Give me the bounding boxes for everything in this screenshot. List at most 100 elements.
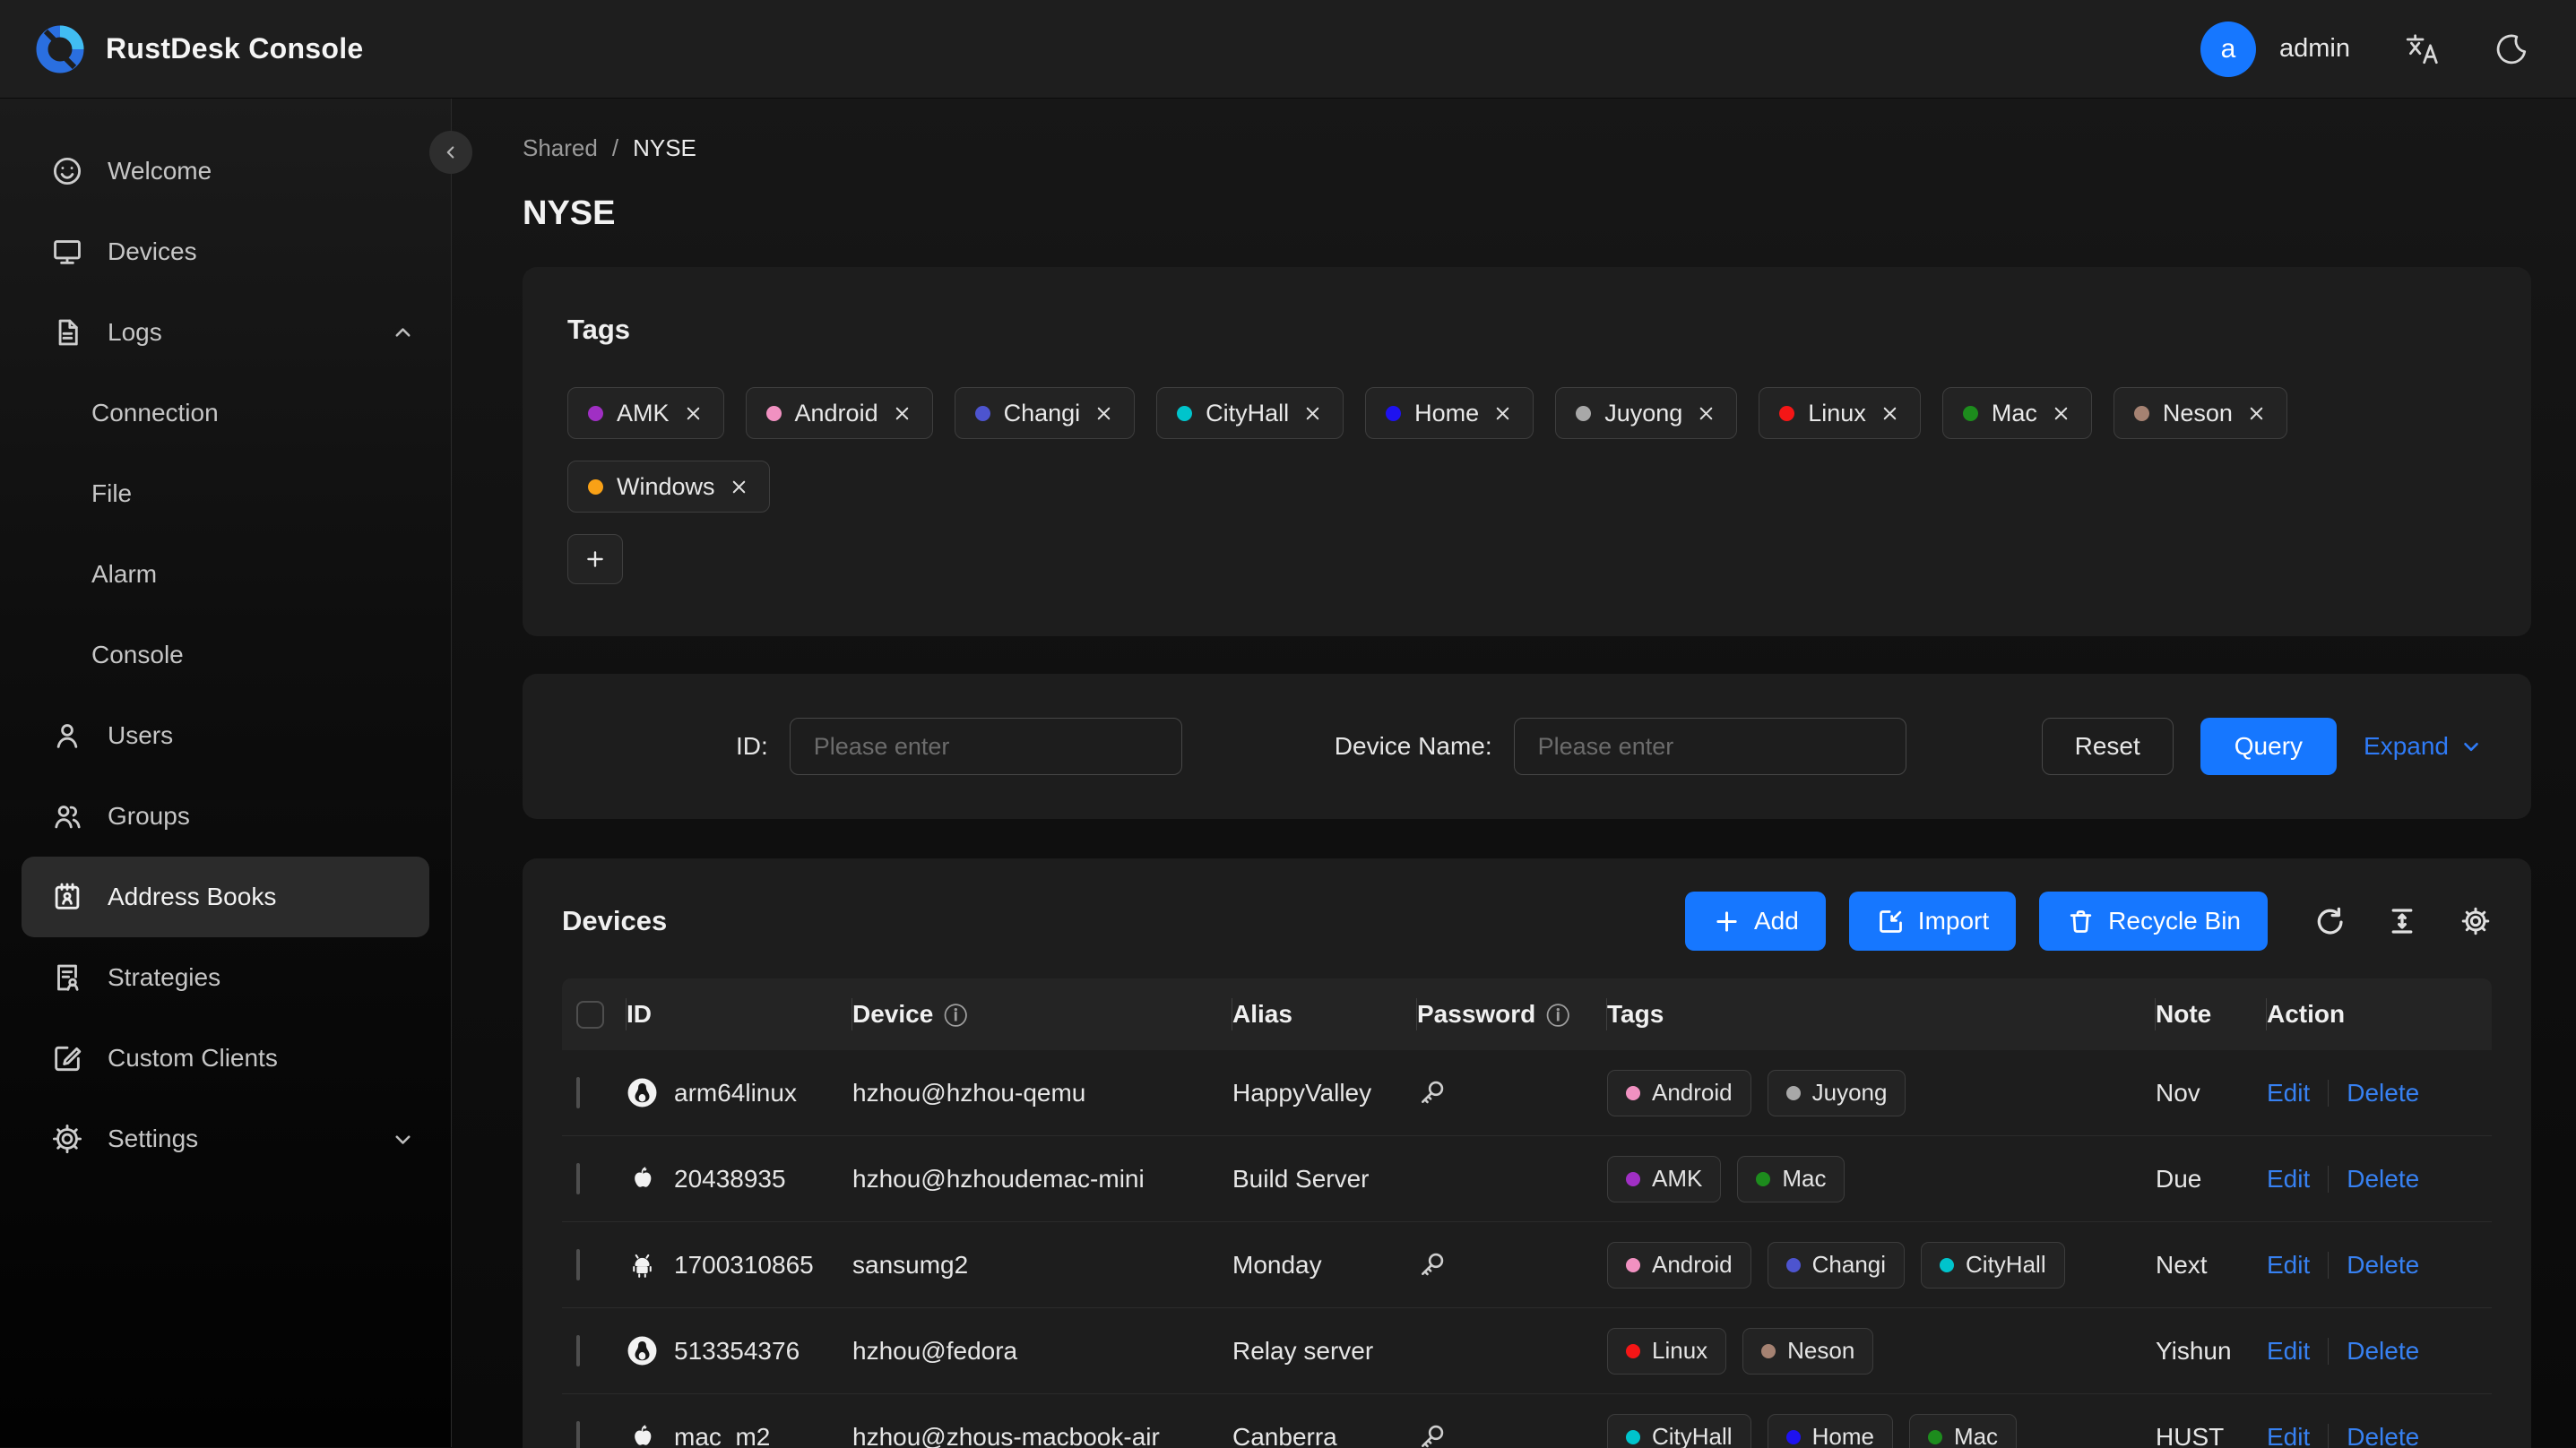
column-header-alias[interactable]: Alias bbox=[1232, 978, 1417, 1050]
column-header-tags[interactable]: Tags bbox=[1607, 978, 2156, 1050]
tag-label: Windows bbox=[617, 472, 715, 500]
expand-link[interactable]: Expand bbox=[2364, 732, 2483, 761]
device-name-filter-input[interactable] bbox=[1513, 718, 1906, 775]
delete-link[interactable]: Delete bbox=[2347, 1165, 2419, 1194]
delete-link[interactable]: Delete bbox=[2347, 1423, 2419, 1448]
tag-label: CityHall bbox=[1652, 1423, 1733, 1448]
tag-chip[interactable]: Windows bbox=[567, 461, 770, 513]
tag-label: Neson bbox=[1787, 1337, 1855, 1364]
device-name-cell: hzhou@hzhou-qemu bbox=[852, 1078, 1086, 1107]
tag-chip[interactable]: Neson bbox=[2113, 387, 2287, 439]
linux-os-icon bbox=[627, 1077, 658, 1108]
sidebar-item-users[interactable]: Users bbox=[22, 695, 429, 776]
column-header-password[interactable]: Password ⓘ bbox=[1417, 978, 1607, 1050]
sidebar-collapse-button[interactable] bbox=[429, 131, 472, 174]
edit-link[interactable]: Edit bbox=[2267, 1337, 2310, 1366]
remove-tag-icon[interactable] bbox=[2246, 403, 2267, 424]
sidebar-item-logs[interactable]: Logs bbox=[22, 292, 429, 373]
row-checkbox[interactable] bbox=[576, 1248, 580, 1280]
sidebar-item-strategies[interactable]: Strategies bbox=[22, 937, 429, 1018]
tag-color-dot bbox=[1785, 1085, 1801, 1100]
password-key-icon[interactable] bbox=[1417, 1250, 1607, 1280]
recycle-bin-button[interactable]: Recycle Bin bbox=[2039, 892, 2268, 951]
edit-link[interactable]: Edit bbox=[2267, 1251, 2310, 1280]
column-header-id[interactable]: ID bbox=[627, 978, 852, 1050]
column-header-device[interactable]: Device ⓘ bbox=[852, 978, 1232, 1050]
password-key-icon[interactable] bbox=[1417, 1078, 1607, 1108]
select-all-checkbox[interactable] bbox=[576, 1000, 604, 1029]
breadcrumb-shared[interactable]: Shared bbox=[523, 134, 598, 162]
language-icon[interactable] bbox=[2404, 31, 2440, 67]
delete-link[interactable]: Delete bbox=[2347, 1079, 2419, 1108]
sidebar-item-groups[interactable]: Groups bbox=[22, 776, 429, 857]
tag-color-dot bbox=[2133, 405, 2149, 421]
add-device-button[interactable]: Add bbox=[1684, 892, 1826, 951]
remove-tag-icon[interactable] bbox=[683, 403, 704, 424]
sidebar-item-logs-file[interactable]: File bbox=[22, 453, 429, 534]
column-header-action: Action bbox=[2267, 1000, 2346, 1028]
row-checkbox[interactable] bbox=[576, 1420, 580, 1448]
edit-link[interactable]: Edit bbox=[2267, 1423, 2310, 1448]
tag-chip[interactable]: AMK bbox=[567, 387, 724, 439]
sidebar-item-address-books[interactable]: Address Books bbox=[22, 857, 429, 937]
remove-tag-icon[interactable] bbox=[1302, 403, 1323, 424]
device-id-cell: mac_m2 bbox=[627, 1421, 852, 1448]
remove-tag-icon[interactable] bbox=[729, 477, 749, 497]
reset-button[interactable]: Reset bbox=[2041, 718, 2174, 775]
user-menu[interactable]: a admin bbox=[2200, 21, 2350, 77]
tag-chip[interactable]: Linux bbox=[1759, 387, 1921, 439]
add-tag-button[interactable] bbox=[567, 534, 623, 584]
remove-tag-icon[interactable] bbox=[1880, 403, 1900, 424]
device-tag-chip: Neson bbox=[1742, 1327, 1874, 1375]
tag-chip[interactable]: Android bbox=[745, 387, 933, 439]
row-tags-cell: Linux Neson bbox=[1607, 1327, 2156, 1375]
delete-link[interactable]: Delete bbox=[2347, 1337, 2419, 1366]
row-checkbox[interactable] bbox=[576, 1334, 580, 1366]
id-filter-input[interactable] bbox=[789, 718, 1182, 775]
sidebar-item-settings[interactable]: Settings bbox=[22, 1099, 429, 1179]
import-button[interactable]: Import bbox=[1848, 892, 2017, 951]
info-icon: ⓘ bbox=[1546, 1003, 1570, 1030]
edit-link[interactable]: Edit bbox=[2267, 1165, 2310, 1194]
column-header-note[interactable]: Note bbox=[2156, 978, 2267, 1050]
password-key-icon[interactable] bbox=[1417, 1422, 1607, 1448]
remove-tag-icon[interactable] bbox=[892, 403, 912, 424]
delete-link[interactable]: Delete bbox=[2347, 1251, 2419, 1280]
remove-tag-icon[interactable] bbox=[1492, 403, 1513, 424]
sidebar-item-logs-alarm[interactable]: Alarm bbox=[22, 534, 429, 615]
remove-tag-icon[interactable] bbox=[2051, 403, 2071, 424]
tag-chip[interactable]: Juyong bbox=[1555, 387, 1738, 439]
row-checkbox[interactable] bbox=[576, 1162, 580, 1194]
edit-link[interactable]: Edit bbox=[2267, 1079, 2310, 1108]
table-settings-gear-icon[interactable] bbox=[2459, 905, 2492, 937]
tag-chip[interactable]: Mac bbox=[1941, 387, 2092, 439]
sidebar-item-devices[interactable]: Devices bbox=[22, 211, 429, 292]
tag-color-dot bbox=[1779, 405, 1795, 421]
tag-color-dot bbox=[765, 405, 782, 421]
row-checkbox[interactable] bbox=[576, 1076, 580, 1108]
alias-cell: Canberra bbox=[1232, 1422, 1337, 1448]
sidebar-item-custom-clients[interactable]: Custom Clients bbox=[22, 1018, 429, 1099]
row-select-cell bbox=[562, 1334, 627, 1366]
tag-chip[interactable]: Home bbox=[1365, 387, 1534, 439]
tag-chip[interactable]: Changi bbox=[954, 387, 1136, 439]
device-id-cell: 1700310865 bbox=[627, 1249, 852, 1280]
dark-mode-moon-icon[interactable] bbox=[2494, 31, 2529, 67]
avatar[interactable]: a bbox=[2200, 21, 2256, 77]
tag-chip[interactable]: CityHall bbox=[1156, 387, 1344, 439]
sidebar-item-welcome[interactable]: Welcome bbox=[22, 131, 429, 211]
refresh-icon[interactable] bbox=[2312, 905, 2345, 937]
tags-card-title: Tags bbox=[567, 314, 631, 345]
action-cell: Edit Delete bbox=[2267, 1251, 2492, 1280]
remove-tag-icon[interactable] bbox=[1696, 403, 1716, 424]
query-button[interactable]: Query bbox=[2200, 718, 2338, 775]
tag-label: Home bbox=[1811, 1423, 1874, 1448]
import-icon bbox=[1879, 909, 1902, 933]
column-height-icon[interactable] bbox=[2386, 905, 2418, 937]
sidebar-item-logs-console[interactable]: Console bbox=[22, 615, 429, 695]
sidebar-item-logs-connection[interactable]: Connection bbox=[22, 373, 429, 453]
tag-label: Linux bbox=[1808, 399, 1866, 427]
chevron-left-icon bbox=[446, 146, 454, 159]
remove-tag-icon[interactable] bbox=[1094, 403, 1114, 424]
alias-cell: Relay server bbox=[1232, 1336, 1374, 1365]
